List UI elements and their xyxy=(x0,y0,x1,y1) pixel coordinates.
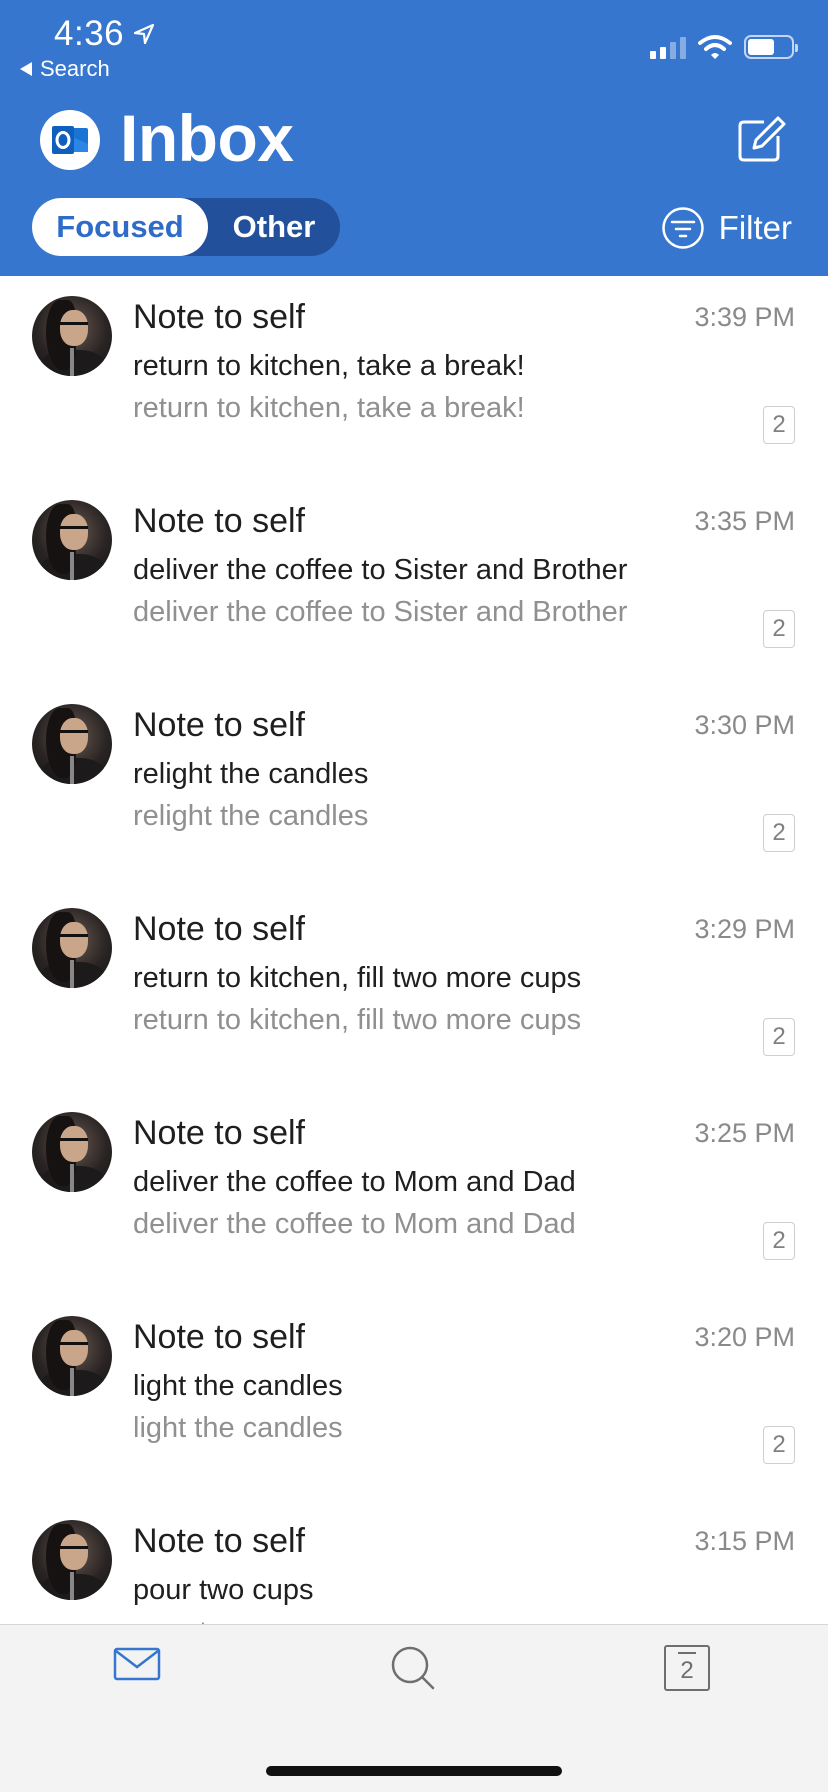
message-subject: deliver the coffee to Sister and Brother xyxy=(133,554,628,586)
message-sender: Note to self xyxy=(133,1318,305,1356)
message-preview: return to kitchen, fill two more cups xyxy=(133,1004,582,1036)
message-preview: relight the candles xyxy=(133,800,369,832)
back-to-search-link[interactable]: Search xyxy=(20,56,110,82)
avatar xyxy=(32,500,112,580)
page-title: Inbox xyxy=(120,101,294,175)
outlook-app: 4:36 Search Inbox Focused Other Filter N… xyxy=(0,0,828,1792)
message-subject: return to kitchen, take a break! xyxy=(133,350,525,382)
message-row[interactable]: Note to self 3:30 PM relight the candles… xyxy=(0,684,828,888)
message-subject: return to kitchen, fill two more cups xyxy=(133,962,582,994)
message-sender: Note to self xyxy=(133,1114,305,1152)
avatar xyxy=(32,1520,112,1600)
message-subject: deliver the coffee to Mom and Dad xyxy=(133,1166,576,1198)
message-sender: Note to self xyxy=(133,910,305,948)
cellular-signal-icon xyxy=(650,35,686,59)
message-preview: return to kitchen, take a break! xyxy=(133,392,525,424)
outlook-logo-icon xyxy=(40,110,100,170)
location-arrow-icon xyxy=(133,23,155,45)
battery-icon xyxy=(744,35,798,59)
calendar-icon[interactable]: 2 xyxy=(664,1645,710,1691)
message-subject: relight the candles xyxy=(133,758,369,790)
message-sender: Note to self xyxy=(133,706,305,744)
thread-count-badge: 2 xyxy=(763,1426,795,1464)
compose-icon[interactable] xyxy=(734,112,788,166)
thread-count-badge: 2 xyxy=(763,406,795,444)
thread-count-badge: 2 xyxy=(763,1222,795,1260)
back-arrow-icon xyxy=(20,62,32,76)
message-subject: light the candles xyxy=(133,1370,343,1402)
message-time: 3:39 PM xyxy=(694,302,795,332)
avatar xyxy=(32,296,112,376)
message-preview: deliver the coffee to Sister and Brother xyxy=(133,596,628,628)
bottom-tab-bar: 2 xyxy=(0,1624,828,1792)
message-sender: Note to self xyxy=(133,502,305,540)
thread-count-badge: 2 xyxy=(763,610,795,648)
tab-focused[interactable]: Focused xyxy=(32,198,208,256)
thread-count-badge: 2 xyxy=(763,1018,795,1056)
message-preview: light the candles xyxy=(133,1412,343,1444)
tab-other[interactable]: Other xyxy=(208,209,340,245)
avatar xyxy=(32,1112,112,1192)
calendar-date: 2 xyxy=(680,1657,694,1684)
filter-button[interactable]: Filter xyxy=(661,206,792,250)
back-label: Search xyxy=(40,56,110,81)
avatar xyxy=(32,1316,112,1396)
message-row[interactable]: Note to self 3:20 PM light the candles l… xyxy=(0,1296,828,1500)
message-sender: Note to self xyxy=(133,298,305,336)
wifi-icon xyxy=(698,35,732,59)
inbox-segment-control: Focused Other xyxy=(32,198,340,256)
message-preview: deliver the coffee to Mom and Dad xyxy=(133,1208,576,1240)
avatar xyxy=(32,704,112,784)
message-time: 3:25 PM xyxy=(694,1118,795,1148)
message-time: 3:15 PM xyxy=(694,1526,795,1556)
message-subject: pour two cups xyxy=(133,1574,314,1606)
message-time: 3:20 PM xyxy=(694,1322,795,1352)
filter-icon xyxy=(661,207,704,249)
mail-icon[interactable] xyxy=(113,1645,161,1683)
avatar xyxy=(32,908,112,988)
status-indicators xyxy=(650,34,798,60)
message-row[interactable]: Note to self 3:39 PM return to kitchen, … xyxy=(0,276,828,480)
message-time: 3:29 PM xyxy=(694,914,795,944)
filter-label: Filter xyxy=(718,209,792,246)
message-row[interactable]: Note to self 3:29 PM return to kitchen, … xyxy=(0,888,828,1092)
home-indicator xyxy=(266,1766,562,1776)
thread-count-badge: 2 xyxy=(763,814,795,852)
message-row[interactable]: Note to self 3:25 PM deliver the coffee … xyxy=(0,1092,828,1296)
header: 4:36 Search Inbox Focused Other Filter xyxy=(0,0,828,276)
message-row[interactable]: Note to self 3:35 PM deliver the coffee … xyxy=(0,480,828,684)
message-time: 3:30 PM xyxy=(694,710,795,740)
message-time: 3:35 PM xyxy=(694,506,795,536)
search-icon[interactable] xyxy=(390,1645,438,1693)
message-list: Note to self 3:39 PM return to kitchen, … xyxy=(0,276,828,1704)
message-sender: Note to self xyxy=(133,1522,305,1560)
status-time: 4:36 xyxy=(54,14,125,53)
